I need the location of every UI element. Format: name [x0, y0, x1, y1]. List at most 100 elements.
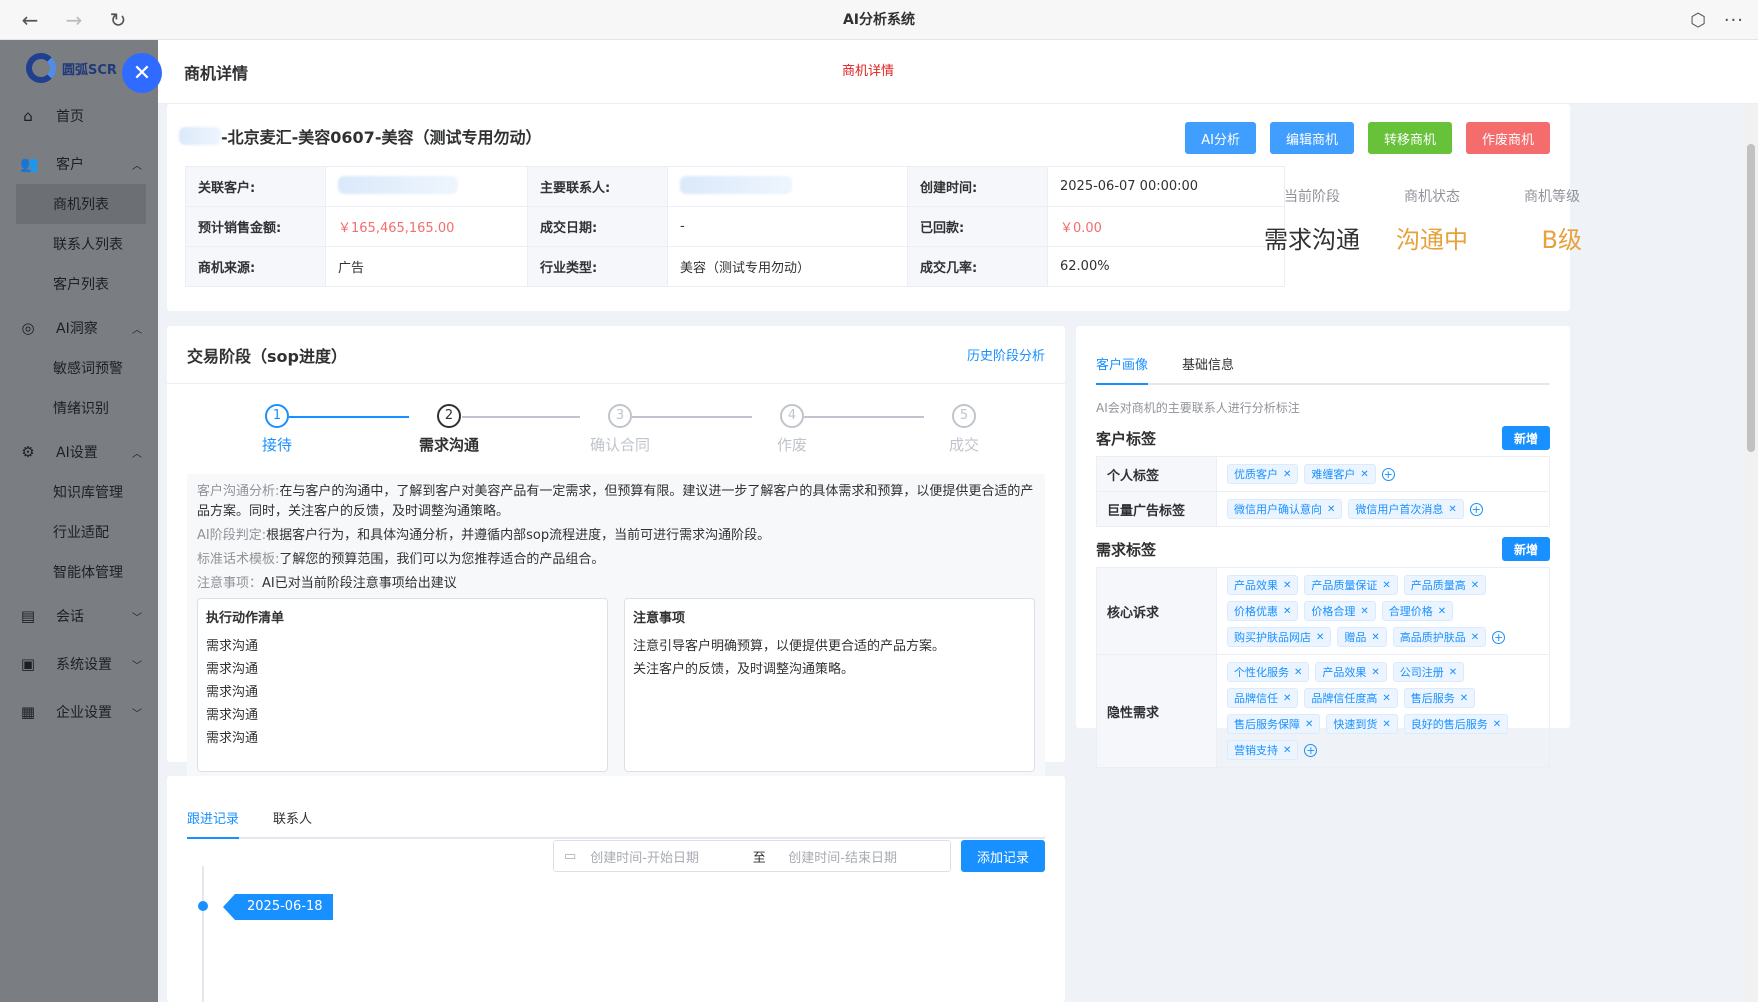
add-tag-icon[interactable]: +: [1381, 468, 1395, 481]
end-date-input[interactable]: 创建时间-结束日期: [788, 847, 897, 866]
chevron-up-icon: ︿: [132, 324, 142, 336]
tag[interactable]: 产品质量高 ✕: [1403, 575, 1487, 595]
tab-follow-records[interactable]: 跟进记录: [187, 808, 240, 839]
sidebar-sub-industry[interactable]: 行业适配: [0, 512, 158, 552]
add-customer-tag-button[interactable]: 新增: [1501, 426, 1550, 450]
tag[interactable]: 快速到货 ✕: [1326, 714, 1398, 734]
tag[interactable]: 良好的售后服务 ✕: [1403, 714, 1509, 734]
close-icon[interactable]: ✕: [1327, 504, 1335, 515]
sidebar-item-enterprise[interactable]: ▦ 企业设置 ﹀: [0, 692, 158, 732]
close-icon[interactable]: ✕: [1283, 693, 1291, 704]
tag[interactable]: 价格优惠 ✕: [1227, 601, 1299, 621]
extension-icon[interactable]: ⬡: [1690, 10, 1706, 31]
add-tag-icon[interactable]: +: [1492, 631, 1506, 644]
close-icon[interactable]: ✕: [1283, 580, 1291, 591]
close-icon[interactable]: ✕: [1283, 745, 1291, 756]
tag[interactable]: 微信用户首次消息 ✕: [1348, 499, 1464, 519]
tag[interactable]: 产品效果 ✕: [1227, 575, 1299, 595]
close-icon[interactable]: ✕: [1448, 504, 1456, 515]
tag[interactable]: 高品质护肤品 ✕: [1392, 627, 1487, 647]
date-range-picker[interactable]: ▭ 创建时间-开始日期 至 创建时间-结束日期: [552, 840, 951, 872]
tag[interactable]: 合理价格 ✕: [1381, 601, 1454, 621]
tag[interactable]: 优质客户 ✕: [1227, 464, 1299, 484]
forward-icon[interactable]: →: [52, 0, 96, 40]
close-icon[interactable]: ✕: [1294, 667, 1302, 678]
tag-text: 产品质量高: [1410, 579, 1466, 592]
more-icon[interactable]: ···: [1724, 10, 1744, 31]
tag[interactable]: 难缠客户 ✕: [1304, 464, 1376, 484]
tag[interactable]: 品牌信任 ✕: [1227, 688, 1299, 708]
close-icon[interactable]: ✕: [1438, 606, 1446, 617]
tag[interactable]: 售后服务 ✕: [1403, 688, 1476, 708]
tag[interactable]: 价格合理 ✕: [1304, 601, 1376, 621]
close-icon[interactable]: ✕: [1360, 606, 1368, 617]
tag[interactable]: 品牌信任度高 ✕: [1304, 688, 1398, 708]
tab-customer-portrait[interactable]: 客户画像: [1096, 354, 1149, 385]
sidebar-item-chat[interactable]: ▤ 会话 ﹀: [0, 596, 158, 636]
customer-label: 关联客户:: [185, 166, 326, 207]
close-icon[interactable]: ✕: [1382, 580, 1390, 591]
back-icon[interactable]: ←: [8, 0, 52, 40]
sidebar-item-system[interactable]: ▣ 系统设置 ﹀: [0, 644, 158, 684]
sidebar-item-label: 系统设置: [56, 657, 112, 673]
sidebar-sub-customer-list[interactable]: 客户列表: [0, 264, 158, 304]
tag[interactable]: 营销支持 ✕: [1227, 740, 1299, 760]
close-icon[interactable]: ✕: [1382, 719, 1390, 730]
sidebar-sub-contact-list[interactable]: 联系人列表: [0, 224, 158, 264]
close-icon[interactable]: ✕: [1493, 719, 1501, 730]
add-demand-tag-button[interactable]: 新增: [1501, 537, 1550, 561]
close-icon[interactable]: ✕: [1305, 719, 1313, 730]
sidebar-item-customers[interactable]: 👥 客户 ︿: [0, 144, 158, 184]
history-stage-link[interactable]: 历史阶段分析: [967, 345, 1045, 364]
sidebar-item-home[interactable]: ⌂ 首页: [0, 96, 158, 136]
tag-text: 品牌信任: [1234, 692, 1278, 705]
void-opportunity-button[interactable]: 作废商机: [1465, 122, 1550, 154]
close-icon[interactable]: ✕: [1471, 632, 1479, 643]
tag[interactable]: 产品效果 ✕: [1315, 662, 1387, 682]
close-icon[interactable]: ✕: [1283, 606, 1291, 617]
ai-analysis-button[interactable]: AI分析: [1185, 122, 1256, 154]
close-icon[interactable]: ✕: [1382, 693, 1390, 704]
sidebar-item-ai-settings[interactable]: ⚙ AI设置 ︿: [0, 432, 158, 472]
close-icon[interactable]: ✕: [1360, 469, 1368, 480]
add-tag-icon[interactable]: +: [1304, 744, 1318, 757]
sidebar-sub-agents[interactable]: 智能体管理: [0, 552, 158, 592]
sidebar-item-ai-insight[interactable]: ◎ AI洞察 ︿: [0, 308, 158, 348]
scrollbar-thumb[interactable]: [1747, 144, 1755, 452]
close-icon[interactable]: ✕: [1283, 469, 1291, 480]
drawer-scrollbar[interactable]: [1744, 104, 1758, 1002]
tab-contacts[interactable]: 联系人: [273, 808, 312, 837]
overview-card: -北京麦汇-美容0607-美容（测试专用勿动） AI分析 编辑商机 转移商机 作…: [167, 104, 1582, 311]
close-drawer-button[interactable]: ✕: [122, 53, 162, 93]
add-record-button[interactable]: 添加记录: [960, 840, 1045, 872]
sidebar-sub-emotion[interactable]: 情绪识别: [0, 388, 158, 428]
close-icon[interactable]: ✕: [1371, 667, 1379, 678]
close-icon[interactable]: ✕: [1471, 580, 1479, 591]
tag[interactable]: 微信用户确认意向 ✕: [1227, 499, 1343, 519]
tag[interactable]: 售后服务保障 ✕: [1227, 714, 1321, 734]
close-icon[interactable]: ✕: [1449, 667, 1457, 678]
created-value: 2025-06-07 00:00:00: [1047, 166, 1285, 207]
transfer-opportunity-button[interactable]: 转移商机: [1367, 122, 1452, 154]
add-tag-icon[interactable]: +: [1469, 503, 1483, 516]
close-icon[interactable]: ✕: [1460, 693, 1468, 704]
tag[interactable]: 赠品 ✕: [1337, 627, 1387, 647]
close-icon[interactable]: ✕: [1371, 632, 1379, 643]
customer-value[interactable]: [325, 166, 528, 207]
tag[interactable]: 产品质量保证 ✕: [1304, 575, 1398, 595]
chevron-down-icon: ﹀: [132, 708, 142, 720]
tag[interactable]: 公司注册 ✕: [1392, 662, 1465, 682]
sidebar-sub-knowledge[interactable]: 知识库管理: [0, 472, 158, 512]
sidebar-sub-sensitive-words[interactable]: 敏感词预警: [0, 348, 158, 388]
tag[interactable]: 个性化服务 ✕: [1227, 662, 1310, 682]
created-label: 创建时间:: [907, 166, 1048, 207]
tag[interactable]: 购买护肤品网店 ✕: [1227, 627, 1332, 647]
tab-basic-info[interactable]: 基础信息: [1182, 354, 1234, 383]
sidebar-sub-opportunity-list[interactable]: 商机列表: [16, 184, 146, 224]
reload-icon[interactable]: ↻: [96, 0, 140, 40]
edit-opportunity-button[interactable]: 编辑商机: [1269, 122, 1354, 154]
window-title: AI分析系统: [842, 12, 916, 28]
contact-value[interactable]: [667, 166, 908, 207]
close-icon[interactable]: ✕: [1316, 632, 1324, 643]
start-date-input[interactable]: 创建时间-开始日期: [590, 847, 730, 866]
